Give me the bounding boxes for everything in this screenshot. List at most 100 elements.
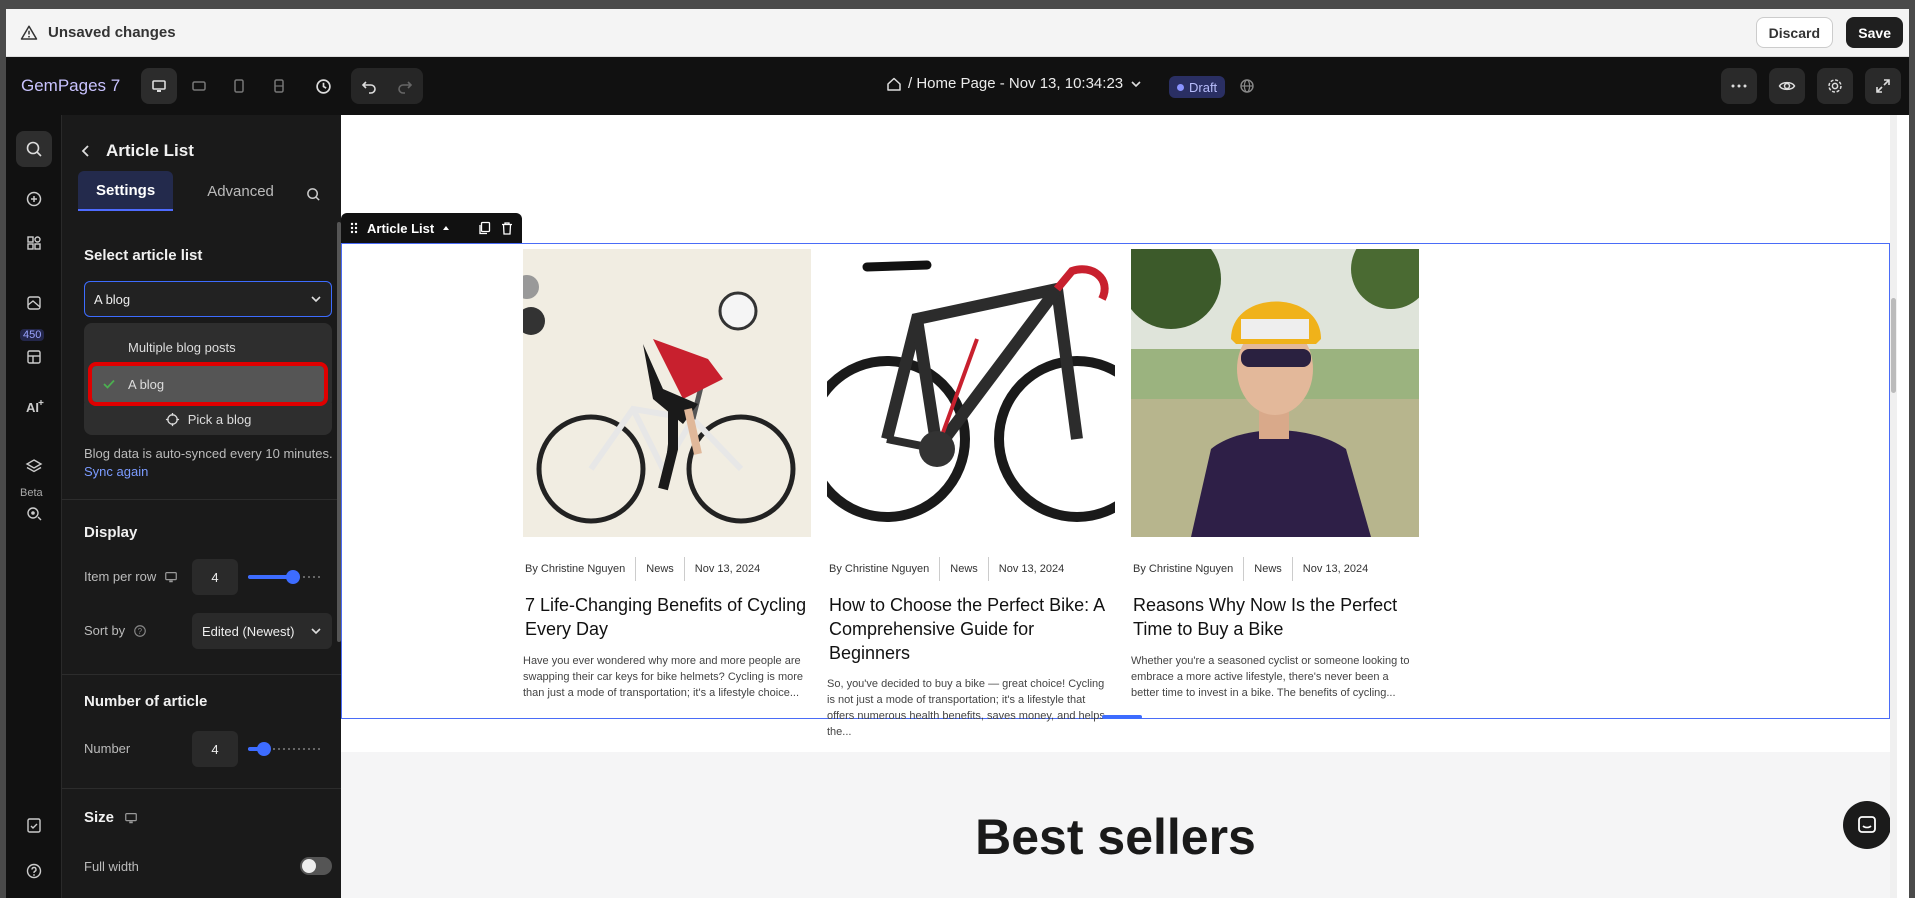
trash-icon[interactable] <box>500 221 514 235</box>
undo-button[interactable] <box>351 68 387 104</box>
sort-by-value: Edited (Newest) <box>202 623 295 639</box>
article-list-select[interactable]: A blog <box>84 281 332 317</box>
duplicate-icon[interactable] <box>478 221 492 235</box>
preview-button[interactable] <box>1769 68 1805 104</box>
article-meta: By Christine Nguyen News Nov 13, 2024 <box>827 557 1074 581</box>
number-input[interactable]: 4 <box>192 731 238 767</box>
status-dot <box>1177 83 1184 91</box>
publish-globe-button[interactable] <box>1229 68 1265 104</box>
help-icon <box>26 863 42 879</box>
tab-advanced[interactable]: Advanced <box>189 171 292 211</box>
article-category[interactable]: News <box>1244 557 1293 581</box>
number-label-group: Number <box>84 741 130 756</box>
article-excerpt: Whether you're a seasoned cyclist or som… <box>1131 655 1410 699</box>
panel-search-icon[interactable] <box>306 187 321 202</box>
item-per-row-input[interactable]: 4 <box>192 559 238 595</box>
article-date: Nov 13, 2024 <box>998 563 1065 575</box>
best-sellers-heading: Best sellers <box>975 809 1256 865</box>
page-title: / Home Page - Nov 13, 10:34:23 <box>908 75 1124 92</box>
option-multiple-blog-posts[interactable]: Multiple blog posts <box>92 329 324 365</box>
option-label: A blog <box>128 376 165 392</box>
rail-add-element[interactable] <box>16 181 52 217</box>
desktop-icon <box>125 812 137 823</box>
redo-button[interactable] <box>387 68 423 104</box>
mobile-view-button[interactable] <box>261 68 297 104</box>
undo-redo-group <box>351 68 423 104</box>
article-card[interactable]: By Christine Nguyen News Nov 13, 2024 Ho… <box>827 249 1115 738</box>
rail-checklist[interactable] <box>16 807 52 843</box>
rider-portrait-image <box>1131 249 1419 537</box>
rail-templates[interactable] <box>16 339 52 375</box>
left-rail: 450 AI Beta <box>6 115 62 898</box>
svg-text:AI: AI <box>26 400 39 415</box>
editor-canvas: Article List By Christine Nguyen News No… <box>341 115 1897 898</box>
article-category[interactable]: News <box>940 557 989 581</box>
rail-apps[interactable] <box>16 225 52 261</box>
editor-topbar: GemPages 7 / Home Page - Nov 13, 10:34:2… <box>6 57 1909 115</box>
article-author: By Christine Nguyen <box>827 557 941 581</box>
more-options-button[interactable] <box>1721 68 1757 104</box>
cyclist-image <box>523 249 811 537</box>
panel-tabs: Settings Advanced <box>78 171 292 211</box>
history-button[interactable] <box>305 68 341 104</box>
tablet-landscape-view-button[interactable] <box>181 68 217 104</box>
article-image-bike[interactable] <box>827 249 1115 537</box>
item-per-row-slider[interactable] <box>248 567 320 587</box>
template-icon <box>27 350 41 364</box>
slider-thumb[interactable] <box>257 742 271 756</box>
article-title[interactable]: 7 Life-Changing Benefits of Cycling Ever… <box>525 593 811 641</box>
scrollbar-thumb[interactable] <box>1891 298 1896 393</box>
page-selector[interactable]: / Home Page - Nov 13, 10:34:23 <box>886 75 1143 92</box>
tab-settings[interactable]: Settings <box>78 171 174 211</box>
canvas-scrollbar[interactable] <box>1890 115 1897 898</box>
rail-beta-feature[interactable] <box>16 495 52 531</box>
search-icon <box>26 141 42 157</box>
size-section-title: Size <box>84 809 138 826</box>
select-article-list-label: Select article list <box>84 247 203 264</box>
rail-help[interactable] <box>16 853 52 889</box>
article-title[interactable]: Reasons Why Now Is the Perfect Time to B… <box>1133 593 1419 641</box>
article-title[interactable]: How to Choose the Perfect Bike: A Compre… <box>829 593 1115 665</box>
apps-icon <box>27 236 41 250</box>
resize-handle[interactable] <box>1102 715 1142 719</box>
redo-icon <box>398 81 413 94</box>
rail-layers[interactable] <box>16 449 52 485</box>
unsaved-changes-bar: Unsaved changes Discard Save <box>6 9 1909 57</box>
sync-note-text: Blog data is auto-synced every 10 minute… <box>84 446 333 461</box>
article-card[interactable]: By Christine Nguyen News Nov 13, 2024 7 … <box>523 249 811 699</box>
article-card[interactable]: By Christine Nguyen News Nov 13, 2024 Re… <box>1131 249 1419 699</box>
full-width-toggle[interactable] <box>300 857 332 875</box>
panel-header: Article List <box>80 141 194 161</box>
rail-pages[interactable] <box>16 285 52 321</box>
caret-up-icon[interactable] <box>442 224 450 232</box>
article-author: By Christine Nguyen <box>1131 557 1245 581</box>
settings-button[interactable] <box>1817 68 1853 104</box>
article-image-rider-portrait[interactable] <box>1131 249 1419 537</box>
article-category[interactable]: News <box>636 557 685 581</box>
sync-again-link[interactable]: Sync again <box>84 463 334 481</box>
divider <box>62 674 341 675</box>
plus-circle-icon <box>26 191 42 207</box>
fullscreen-button[interactable] <box>1865 68 1901 104</box>
save-button[interactable]: Save <box>1846 17 1903 48</box>
tablet-view-button[interactable] <box>221 68 257 104</box>
slider-thumb[interactable] <box>286 570 300 584</box>
option-a-blog[interactable]: A blog <box>88 362 328 406</box>
panel-title: Article List <box>106 141 194 160</box>
toolbar-element-name[interactable]: Article List <box>367 221 434 236</box>
svg-text:?: ? <box>138 627 143 636</box>
desktop-view-button[interactable] <box>141 68 177 104</box>
chat-launcher-button[interactable] <box>1843 801 1891 849</box>
rail-ai[interactable]: AI <box>16 389 52 425</box>
rail-search[interactable] <box>16 131 52 167</box>
article-image-cyclist[interactable] <box>523 249 811 537</box>
clock-icon <box>315 78 331 94</box>
drag-handle-icon[interactable] <box>349 221 359 235</box>
size-title-text: Size <box>84 809 115 826</box>
back-chevron-icon[interactable] <box>80 144 92 158</box>
number-slider[interactable] <box>248 739 320 759</box>
mobile-icon <box>274 79 284 93</box>
discard-button[interactable]: Discard <box>1755 17 1833 48</box>
sort-by-select[interactable]: Edited (Newest) <box>192 613 332 649</box>
item-per-row-label-group: Item per row <box>84 569 178 584</box>
